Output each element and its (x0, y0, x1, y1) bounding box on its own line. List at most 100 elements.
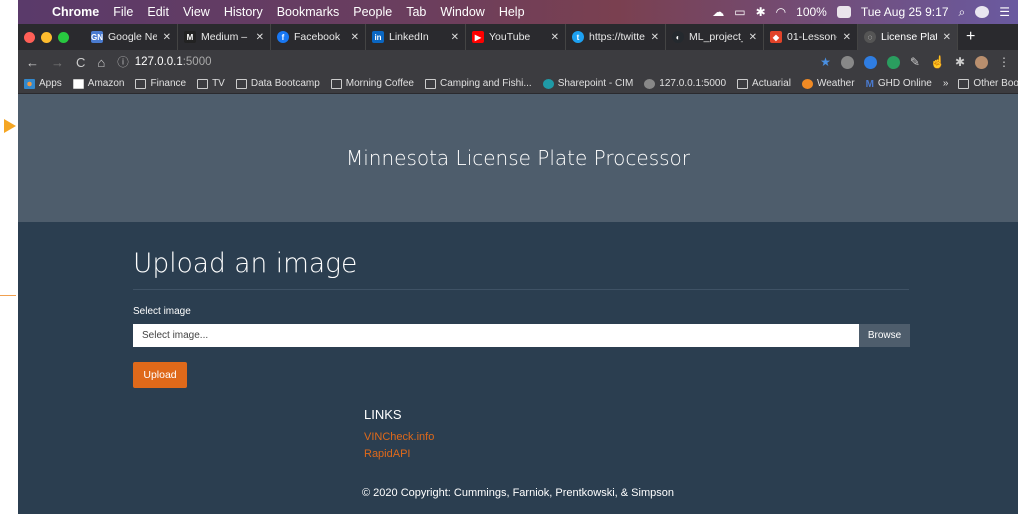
extension-pen-icon[interactable]: ✎ (910, 55, 920, 69)
bookmark-star-icon[interactable]: ★ (820, 55, 831, 69)
bookmark-localhost[interactable]: 127.0.0.1:5000 (644, 78, 726, 89)
bookmarks-bar: Apps Amazon Finance TV Data Bootcamp Mor… (18, 74, 1018, 94)
link-vincheck[interactable]: VINCheck.info (364, 431, 434, 443)
close-tab-icon[interactable]: ✕ (943, 32, 951, 43)
back-arrow-icon[interactable]: ← (26, 55, 39, 70)
youtube-icon: ▶ (472, 31, 484, 43)
new-tab-icon[interactable]: + (966, 28, 975, 46)
menu-window[interactable]: Window (440, 5, 484, 19)
chrome-menu-icon[interactable]: ⋮ (998, 55, 1010, 69)
browse-button[interactable]: Browse (859, 324, 910, 347)
menu-history[interactable]: History (224, 5, 263, 19)
bookmark-amazon[interactable]: Amazon (72, 78, 125, 89)
bluetooth-icon[interactable]: ✱ (756, 5, 766, 19)
minimize-window-icon[interactable] (41, 31, 52, 43)
forward-arrow-icon[interactable]: → (51, 55, 64, 70)
url-host: 127.0.0.1 (134, 56, 183, 68)
tab-facebook[interactable]: f Facebook ✕ (271, 24, 366, 50)
close-tab-icon[interactable]: ✕ (651, 32, 659, 43)
link-rapidapi[interactable]: RapidAPI (364, 448, 410, 460)
page-title: Minnesota License Plate Processor (345, 146, 691, 170)
home-icon[interactable]: ⌂ (97, 55, 105, 70)
gutter-line (0, 295, 16, 296)
tab-label: Facebook (294, 31, 341, 43)
web-page: Minnesota License Plate Processor Upload… (18, 94, 1018, 514)
extensions-area: ★ ✎ ☝ ✱ ⋮ (810, 55, 1010, 69)
bookmark-weather[interactable]: Weather (801, 78, 855, 89)
bookmark-apps[interactable]: Apps (24, 78, 62, 89)
control-center-icon[interactable]: ☰ (999, 5, 1010, 19)
extension-hand-icon[interactable]: ☝ (930, 55, 945, 69)
close-tab-icon[interactable]: ✕ (351, 32, 359, 43)
tab-github-ml-project[interactable]: ◐ ML_project_li ✕ (666, 24, 764, 50)
tab-medium[interactable]: M Medium – Get ✕ (178, 24, 271, 50)
airplay-icon[interactable]: ▭ (734, 5, 745, 19)
bookmark-data-bootcamp[interactable]: Data Bootcamp (235, 78, 320, 89)
extension-blue-icon[interactable] (863, 55, 877, 69)
battery-icon[interactable] (836, 6, 851, 18)
browser-toolbar: ← → C ⌂ ⓘ 127.0.0.1:5000 ★ ✎ ☝ ✱ ⋮ (18, 50, 1018, 74)
extensions-puzzle-icon[interactable]: ✱ (955, 55, 965, 69)
pointer-arrow-icon (4, 119, 16, 133)
close-tab-icon[interactable]: ✕ (551, 32, 559, 43)
close-tab-icon[interactable]: ✕ (749, 32, 757, 43)
tab-twitter[interactable]: t https://twitter ✕ (566, 24, 666, 50)
tab-label: https://twitter (589, 31, 645, 43)
close-tab-icon[interactable]: ✕ (163, 32, 171, 43)
menu-edit[interactable]: Edit (147, 5, 169, 19)
siri-icon[interactable] (975, 6, 990, 18)
screen: Chrome File Edit View History Bookmarks … (18, 0, 1018, 514)
bookmark-camping-fishing[interactable]: Camping and Fishi... (424, 78, 532, 89)
bookmark-tv[interactable]: TV (197, 78, 225, 89)
google-news-icon: GN (91, 31, 103, 43)
file-path-input[interactable]: Select image... (133, 324, 859, 347)
tab-license-plate[interactable]: ◌ License Plate ✕ (858, 24, 958, 50)
spotlight-search-icon[interactable]: ⌕ (959, 5, 966, 20)
bookmark-actuarial[interactable]: Actuarial (737, 78, 791, 89)
bookmark-sharepoint[interactable]: Sharepoint - CIM (542, 78, 633, 89)
bookmark-other-bookmarks[interactable]: Other Bookmarks (958, 78, 1018, 89)
window-controls (24, 31, 75, 43)
menu-view[interactable]: View (183, 5, 210, 19)
bookmark-label: Amazon (87, 78, 125, 89)
wifi-icon[interactable]: ◠ (776, 5, 786, 19)
close-tab-icon[interactable]: ✕ (256, 32, 264, 43)
menu-file[interactable]: File (113, 5, 133, 19)
tab-label: Medium – Get (201, 31, 250, 43)
menu-tab[interactable]: Tab (406, 5, 426, 19)
folder-icon (737, 78, 749, 89)
site-info-icon[interactable]: ⓘ (117, 54, 129, 70)
battery-percent[interactable]: 100% (796, 5, 827, 19)
menubar-clock[interactable]: Tue Aug 25 9:17 (861, 5, 949, 19)
upload-button[interactable]: Upload (133, 362, 187, 388)
apps-grid-icon (24, 78, 35, 89)
menu-app-name[interactable]: Chrome (52, 5, 99, 19)
close-tab-icon[interactable]: ✕ (843, 32, 851, 43)
cloud-icon[interactable]: ☁ (712, 5, 724, 19)
maximize-window-icon[interactable] (58, 31, 69, 43)
bookmark-ghd-online[interactable]: M GHD Online (866, 78, 932, 90)
folder-icon (197, 78, 209, 89)
extension-circle-icon[interactable] (840, 55, 854, 69)
close-tab-icon[interactable]: ✕ (451, 32, 459, 43)
close-window-icon[interactable] (24, 31, 35, 43)
address-bar[interactable]: ⓘ 127.0.0.1:5000 (117, 54, 810, 70)
bookmark-finance[interactable]: Finance (135, 78, 186, 89)
tab-label: Google News (108, 31, 157, 43)
reload-icon[interactable]: C (76, 55, 85, 70)
tab-gitlab-lesson[interactable]: ◆ 01-Lesson-Pl ✕ (764, 24, 858, 50)
links-heading: LINKS (364, 407, 402, 422)
extension-green-icon[interactable] (886, 55, 900, 69)
bookmark-morning-coffee[interactable]: Morning Coffee (330, 78, 414, 89)
menu-bookmarks[interactable]: Bookmarks (277, 5, 340, 19)
bookmarks-overflow-chevron[interactable]: » (943, 78, 949, 89)
tab-label: ML_project_li (689, 31, 743, 43)
profile-avatar[interactable] (975, 55, 988, 69)
url-port: :5000 (182, 56, 212, 68)
tab-linkedin[interactable]: in LinkedIn ✕ (366, 24, 466, 50)
menu-help[interactable]: Help (499, 5, 525, 19)
tab-google-news[interactable]: GN Google News ✕ (85, 24, 178, 50)
menu-people[interactable]: People (353, 5, 392, 19)
bookmark-label: 127.0.0.1:5000 (659, 78, 727, 89)
tab-youtube[interactable]: ▶ YouTube ✕ (466, 24, 566, 50)
